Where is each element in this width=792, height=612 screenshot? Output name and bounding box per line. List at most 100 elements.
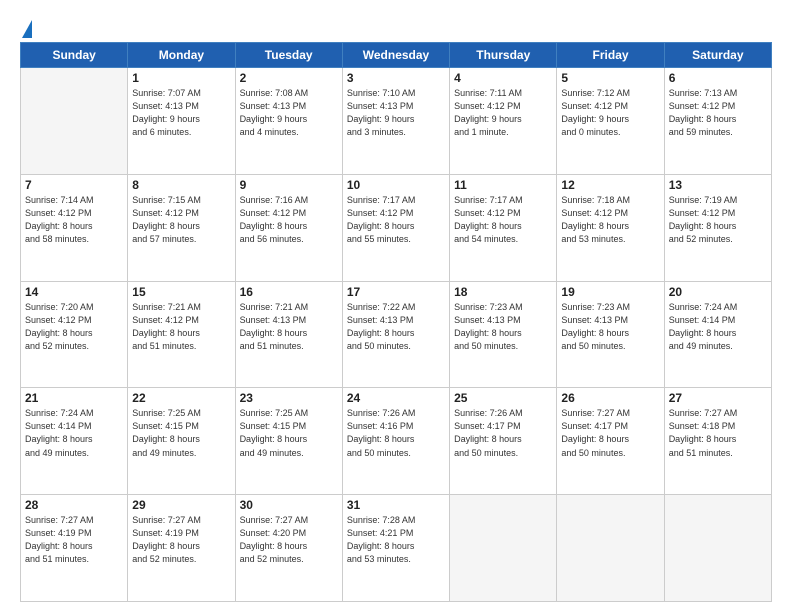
day-number: 5 [561, 71, 659, 85]
day-info: Sunrise: 7:24 AM Sunset: 4:14 PM Dayligh… [669, 301, 767, 353]
day-cell: 21 Sunrise: 7:24 AM Sunset: 4:14 PM Dayli… [21, 388, 128, 495]
day-cell: 18 Sunrise: 7:23 AM Sunset: 4:13 PM Dayli… [450, 281, 557, 388]
day-cell: 14 Sunrise: 7:20 AM Sunset: 4:12 PM Dayli… [21, 281, 128, 388]
day-info: Sunrise: 7:15 AM Sunset: 4:12 PM Dayligh… [132, 194, 230, 246]
day-number: 13 [669, 178, 767, 192]
day-info: Sunrise: 7:18 AM Sunset: 4:12 PM Dayligh… [561, 194, 659, 246]
day-info: Sunrise: 7:27 AM Sunset: 4:17 PM Dayligh… [561, 407, 659, 459]
day-number: 12 [561, 178, 659, 192]
day-info: Sunrise: 7:21 AM Sunset: 4:13 PM Dayligh… [240, 301, 338, 353]
day-cell: 23 Sunrise: 7:25 AM Sunset: 4:15 PM Dayli… [235, 388, 342, 495]
day-cell: 16 Sunrise: 7:21 AM Sunset: 4:13 PM Dayli… [235, 281, 342, 388]
header [20, 18, 772, 36]
day-cell: 26 Sunrise: 7:27 AM Sunset: 4:17 PM Dayli… [557, 388, 664, 495]
day-cell: 22 Sunrise: 7:25 AM Sunset: 4:15 PM Dayli… [128, 388, 235, 495]
week-row-0: 1 Sunrise: 7:07 AM Sunset: 4:13 PM Daylig… [21, 68, 772, 175]
day-info: Sunrise: 7:25 AM Sunset: 4:15 PM Dayligh… [132, 407, 230, 459]
week-row-4: 28Sunrise: 7:27 AM Sunset: 4:19 PM Dayli… [21, 495, 772, 602]
day-cell: 29Sunrise: 7:27 AM Sunset: 4:19 PM Dayli… [128, 495, 235, 602]
day-info: Sunrise: 7:24 AM Sunset: 4:14 PM Dayligh… [25, 407, 123, 459]
day-cell: 1 Sunrise: 7:07 AM Sunset: 4:13 PM Daylig… [128, 68, 235, 175]
day-number: 27 [669, 391, 767, 405]
week-row-3: 21 Sunrise: 7:24 AM Sunset: 4:14 PM Dayli… [21, 388, 772, 495]
calendar-table: SundayMondayTuesdayWednesdayThursdayFrid… [20, 42, 772, 602]
day-cell: 20 Sunrise: 7:24 AM Sunset: 4:14 PM Dayli… [664, 281, 771, 388]
day-cell: 31 Sunrise: 7:28 AM Sunset: 4:21 PM Dayli… [342, 495, 449, 602]
day-cell: 2 Sunrise: 7:08 AM Sunset: 4:13 PM Daylig… [235, 68, 342, 175]
logo [20, 22, 32, 36]
col-header-tuesday: Tuesday [235, 43, 342, 68]
day-cell: 6 Sunrise: 7:13 AM Sunset: 4:12 PM Daylig… [664, 68, 771, 175]
day-number: 20 [669, 285, 767, 299]
day-cell: 11 Sunrise: 7:17 AM Sunset: 4:12 PM Dayli… [450, 174, 557, 281]
day-number: 2 [240, 71, 338, 85]
day-info: Sunrise: 7:22 AM Sunset: 4:13 PM Dayligh… [347, 301, 445, 353]
day-cell: 10 Sunrise: 7:17 AM Sunset: 4:12 PM Dayli… [342, 174, 449, 281]
day-number: 31 [347, 498, 445, 512]
day-info: Sunrise: 7:23 AM Sunset: 4:13 PM Dayligh… [454, 301, 552, 353]
day-number: 29 [132, 498, 230, 512]
day-number: 6 [669, 71, 767, 85]
day-cell: 30Sunrise: 7:27 AM Sunset: 4:20 PM Dayli… [235, 495, 342, 602]
day-info: Sunrise: 7:27 AM Sunset: 4:19 PM Dayligh… [25, 514, 123, 566]
day-info: Sunrise: 7:26 AM Sunset: 4:17 PM Dayligh… [454, 407, 552, 459]
day-info: Sunrise: 7:28 AM Sunset: 4:21 PM Dayligh… [347, 514, 445, 566]
day-number: 22 [132, 391, 230, 405]
day-number: 30 [240, 498, 338, 512]
day-number: 24 [347, 391, 445, 405]
day-info: Sunrise: 7:27 AM Sunset: 4:18 PM Dayligh… [669, 407, 767, 459]
day-cell: 17 Sunrise: 7:22 AM Sunset: 4:13 PM Dayli… [342, 281, 449, 388]
day-info: Sunrise: 7:16 AM Sunset: 4:12 PM Dayligh… [240, 194, 338, 246]
col-header-monday: Monday [128, 43, 235, 68]
day-info: Sunrise: 7:14 AM Sunset: 4:12 PM Dayligh… [25, 194, 123, 246]
col-header-sunday: Sunday [21, 43, 128, 68]
week-row-2: 14 Sunrise: 7:20 AM Sunset: 4:12 PM Dayli… [21, 281, 772, 388]
week-row-1: 7Sunrise: 7:14 AM Sunset: 4:12 PM Daylig… [21, 174, 772, 281]
day-info: Sunrise: 7:17 AM Sunset: 4:12 PM Dayligh… [347, 194, 445, 246]
day-info: Sunrise: 7:08 AM Sunset: 4:13 PM Dayligh… [240, 87, 338, 139]
day-info: Sunrise: 7:26 AM Sunset: 4:16 PM Dayligh… [347, 407, 445, 459]
day-cell: 24 Sunrise: 7:26 AM Sunset: 4:16 PM Dayli… [342, 388, 449, 495]
day-info: Sunrise: 7:19 AM Sunset: 4:12 PM Dayligh… [669, 194, 767, 246]
day-number: 14 [25, 285, 123, 299]
day-cell [664, 495, 771, 602]
day-number: 26 [561, 391, 659, 405]
day-info: Sunrise: 7:07 AM Sunset: 4:13 PM Dayligh… [132, 87, 230, 139]
day-cell: 12 Sunrise: 7:18 AM Sunset: 4:12 PM Dayli… [557, 174, 664, 281]
day-info: Sunrise: 7:21 AM Sunset: 4:12 PM Dayligh… [132, 301, 230, 353]
day-number: 4 [454, 71, 552, 85]
day-info: Sunrise: 7:13 AM Sunset: 4:12 PM Dayligh… [669, 87, 767, 139]
col-header-friday: Friday [557, 43, 664, 68]
day-cell: 15Sunrise: 7:21 AM Sunset: 4:12 PM Dayli… [128, 281, 235, 388]
day-info: Sunrise: 7:17 AM Sunset: 4:12 PM Dayligh… [454, 194, 552, 246]
day-cell [557, 495, 664, 602]
day-number: 23 [240, 391, 338, 405]
day-number: 17 [347, 285, 445, 299]
day-info: Sunrise: 7:23 AM Sunset: 4:13 PM Dayligh… [561, 301, 659, 353]
day-cell: 4Sunrise: 7:11 AM Sunset: 4:12 PM Daylig… [450, 68, 557, 175]
day-number: 3 [347, 71, 445, 85]
day-cell: 9 Sunrise: 7:16 AM Sunset: 4:12 PM Daylig… [235, 174, 342, 281]
logo-triangle-icon [22, 20, 32, 38]
day-number: 11 [454, 178, 552, 192]
day-cell [21, 68, 128, 175]
day-number: 9 [240, 178, 338, 192]
day-cell: 7Sunrise: 7:14 AM Sunset: 4:12 PM Daylig… [21, 174, 128, 281]
day-number: 10 [347, 178, 445, 192]
day-number: 8 [132, 178, 230, 192]
day-number: 18 [454, 285, 552, 299]
day-cell: 19Sunrise: 7:23 AM Sunset: 4:13 PM Dayli… [557, 281, 664, 388]
day-cell: 8 Sunrise: 7:15 AM Sunset: 4:12 PM Daylig… [128, 174, 235, 281]
col-header-thursday: Thursday [450, 43, 557, 68]
day-number: 21 [25, 391, 123, 405]
page: SundayMondayTuesdayWednesdayThursdayFrid… [0, 0, 792, 612]
day-info: Sunrise: 7:10 AM Sunset: 4:13 PM Dayligh… [347, 87, 445, 139]
day-info: Sunrise: 7:12 AM Sunset: 4:12 PM Dayligh… [561, 87, 659, 139]
day-number: 1 [132, 71, 230, 85]
day-cell: 13 Sunrise: 7:19 AM Sunset: 4:12 PM Dayli… [664, 174, 771, 281]
day-cell: 3 Sunrise: 7:10 AM Sunset: 4:13 PM Daylig… [342, 68, 449, 175]
day-number: 16 [240, 285, 338, 299]
day-info: Sunrise: 7:20 AM Sunset: 4:12 PM Dayligh… [25, 301, 123, 353]
day-info: Sunrise: 7:25 AM Sunset: 4:15 PM Dayligh… [240, 407, 338, 459]
day-cell: 5 Sunrise: 7:12 AM Sunset: 4:12 PM Daylig… [557, 68, 664, 175]
